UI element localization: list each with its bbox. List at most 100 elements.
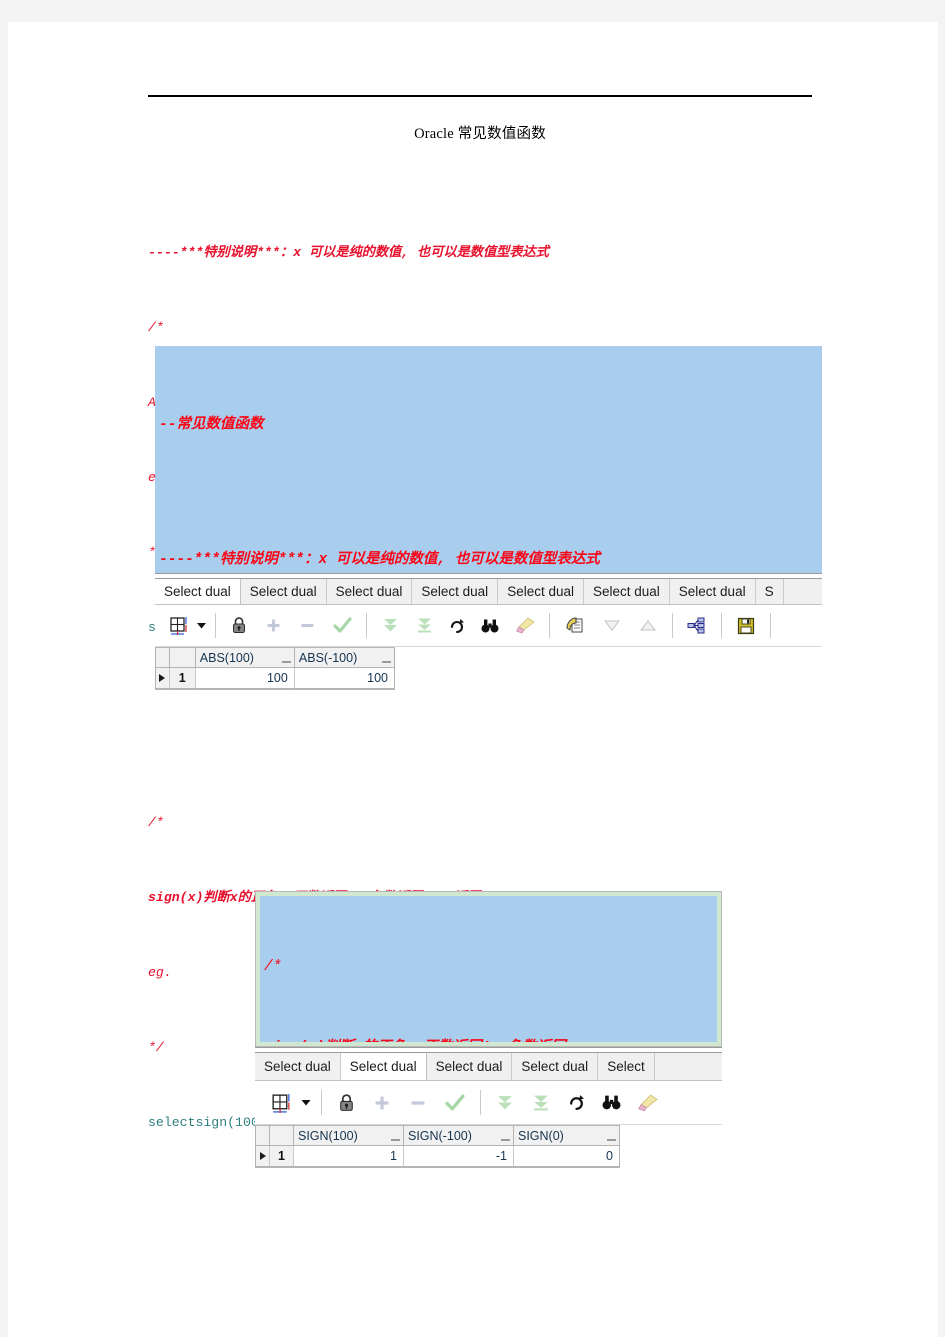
column-resize-handle[interactable] bbox=[391, 1139, 400, 1141]
delete-row-icon[interactable] bbox=[400, 1081, 436, 1124]
toolbar-separator bbox=[672, 613, 673, 638]
grid-layout-icon[interactable] bbox=[163, 605, 193, 646]
abs-toolbar[interactable] bbox=[155, 605, 822, 647]
delete-row-icon[interactable] bbox=[290, 605, 324, 646]
tab-select-dual-4-partial[interactable]: Select bbox=[598, 1053, 655, 1080]
tab-select-dual-4[interactable]: Select dual bbox=[498, 579, 584, 604]
tab-label: Select bbox=[607, 1059, 645, 1074]
grid-column-header-1[interactable]: ABS(-100) bbox=[294, 648, 394, 668]
tab-select-dual-5[interactable]: Select dual bbox=[583, 579, 670, 604]
row-number-cell[interactable]: 1 bbox=[169, 668, 196, 689]
grid-header-row: ABS(100) ABS(-100) bbox=[156, 648, 394, 668]
grid-layout-icon[interactable] bbox=[265, 1081, 297, 1124]
fetch-all-icon[interactable] bbox=[407, 605, 441, 646]
abs-tabstrip[interactable]: Select dual Select dual Select dual Sele… bbox=[155, 579, 822, 605]
highlighter-icon[interactable] bbox=[507, 605, 543, 646]
tab-select-dual-3[interactable]: Select dual bbox=[412, 579, 499, 604]
toolbar-separator bbox=[721, 613, 722, 638]
insert-row-icon[interactable] bbox=[256, 605, 290, 646]
grid-cell-0-2[interactable]: 0 bbox=[514, 1146, 619, 1167]
grid-cell-0-0[interactable]: 1 bbox=[294, 1146, 404, 1167]
grid-corner-cell[interactable] bbox=[256, 1126, 270, 1146]
tab-label: Select dual bbox=[164, 584, 231, 599]
grid-column-header-1[interactable]: SIGN(-100) bbox=[404, 1126, 514, 1146]
tab-label: Select dual bbox=[335, 584, 403, 599]
sign-result-grid[interactable]: SIGN(100) SIGN(-100) SIGN(0) 1 1 -1 0 bbox=[255, 1125, 620, 1168]
lock-icon[interactable] bbox=[222, 605, 256, 646]
refresh-icon[interactable] bbox=[559, 1081, 593, 1124]
tab-select-dual-1[interactable]: Select dual bbox=[340, 1053, 427, 1080]
abs-source-line-0: ----***特别说明***：x 可以是纯的数值, 也可以是数值型表达式 bbox=[148, 245, 549, 260]
sort-ascending-icon[interactable] bbox=[630, 605, 666, 646]
insert-row-icon[interactable] bbox=[364, 1081, 400, 1124]
tab-select-dual-2[interactable]: Select dual bbox=[426, 1053, 513, 1080]
commit-check-icon[interactable] bbox=[436, 1081, 474, 1124]
highlighter-icon[interactable] bbox=[629, 1081, 665, 1124]
fetch-all-icon[interactable] bbox=[523, 1081, 559, 1124]
sign-toolbar[interactable] bbox=[255, 1081, 722, 1125]
current-row-arrow-icon bbox=[159, 674, 166, 682]
grid-header-row: SIGN(100) SIGN(-100) SIGN(0) bbox=[256, 1126, 619, 1146]
abs-code-pane[interactable]: --常见数值函数 ----***特别说明***：x 可以是纯的数值, 也可以是数… bbox=[155, 346, 822, 573]
find-binoculars-icon[interactable] bbox=[473, 605, 507, 646]
refresh-icon[interactable] bbox=[441, 605, 473, 646]
tab-label: Select dual bbox=[521, 1059, 589, 1074]
column-resize-handle[interactable] bbox=[382, 661, 391, 663]
table-row[interactable]: 1 1 -1 0 bbox=[256, 1146, 619, 1167]
grid-cell-0-1[interactable]: -1 bbox=[404, 1146, 514, 1167]
tab-select-dual-2[interactable]: Select dual bbox=[326, 579, 413, 604]
find-binoculars-icon[interactable] bbox=[593, 1081, 629, 1124]
row-indicator-cell[interactable] bbox=[256, 1146, 270, 1167]
toolbar-separator bbox=[549, 613, 550, 638]
commit-check-icon[interactable] bbox=[324, 605, 360, 646]
row-indicator-cell[interactable] bbox=[156, 668, 170, 689]
chevron-down-icon[interactable] bbox=[297, 1081, 315, 1124]
tab-label: Select dual bbox=[592, 584, 660, 599]
page-title: Oracle 常见数值函数 bbox=[414, 126, 546, 142]
tab-select-dual-1[interactable]: Select dual bbox=[240, 579, 327, 604]
sort-descending-icon[interactable] bbox=[594, 605, 630, 646]
grid-cell-0-0[interactable]: 100 bbox=[195, 668, 295, 689]
grid-rownum-header[interactable] bbox=[270, 1126, 294, 1146]
export-sheet-icon[interactable] bbox=[556, 605, 594, 646]
fetch-next-icon[interactable] bbox=[487, 1081, 523, 1124]
abs-source-line-1: /* bbox=[148, 320, 164, 335]
column-resize-handle[interactable] bbox=[607, 1139, 616, 1141]
toolbar-separator bbox=[215, 613, 216, 638]
tab-label: Select dual bbox=[507, 584, 574, 599]
grid-column-label: ABS(-100) bbox=[298, 650, 358, 665]
fetch-next-icon[interactable] bbox=[373, 605, 407, 646]
grid-column-label: SIGN(-100) bbox=[408, 1128, 472, 1143]
grid-column-header-0[interactable]: SIGN(100) bbox=[294, 1126, 404, 1146]
grid-column-label: SIGN(100) bbox=[298, 1128, 358, 1143]
header-divider bbox=[148, 95, 812, 97]
tab-select-dual-3[interactable]: Select dual bbox=[512, 1053, 599, 1080]
tab-select-dual-7-partial[interactable]: S bbox=[755, 579, 784, 604]
grid-column-label: ABS(100) bbox=[199, 650, 254, 665]
grid-rownum-header[interactable] bbox=[169, 648, 196, 668]
grid-column-header-0[interactable]: ABS(100) bbox=[195, 648, 295, 668]
row-number-cell[interactable]: 1 bbox=[270, 1146, 294, 1167]
sign-code-pane[interactable]: /* sign(x)判断x的正负, 正数返回1, 负数返回 eg. */ sel… bbox=[255, 891, 722, 1047]
sign-tabstrip[interactable]: Select dual Select dual Select dual Sele… bbox=[255, 1053, 722, 1081]
column-resize-handle[interactable] bbox=[281, 661, 291, 663]
save-floppy-icon[interactable] bbox=[728, 605, 764, 646]
table-row[interactable]: 1 100 100 bbox=[156, 668, 394, 689]
lock-icon[interactable] bbox=[328, 1081, 364, 1124]
tab-label: Select dual bbox=[264, 1059, 331, 1074]
tab-label: Select dual bbox=[678, 584, 746, 599]
tab-label: Select dual bbox=[349, 1059, 417, 1074]
tab-label: Select dual bbox=[421, 584, 489, 599]
column-resize-handle[interactable] bbox=[501, 1139, 510, 1141]
tab-select-dual-0[interactable]: Select dual bbox=[255, 1053, 341, 1080]
graph-plan-icon[interactable] bbox=[679, 605, 715, 646]
abs-result-grid[interactable]: ABS(100) ABS(-100) 1 100 100 bbox=[155, 647, 395, 690]
grid-cell-0-1[interactable]: 100 bbox=[294, 668, 394, 689]
grid-corner-cell[interactable] bbox=[156, 648, 170, 668]
grid-column-header-2[interactable]: SIGN(0) bbox=[514, 1126, 619, 1146]
tab-select-dual-6[interactable]: Select dual bbox=[669, 579, 756, 604]
chevron-down-icon[interactable] bbox=[193, 605, 209, 646]
grid-column-label: SIGN(0) bbox=[518, 1128, 564, 1143]
tab-label: Select dual bbox=[249, 584, 317, 599]
tab-select-dual-0[interactable]: Select dual bbox=[155, 579, 241, 604]
